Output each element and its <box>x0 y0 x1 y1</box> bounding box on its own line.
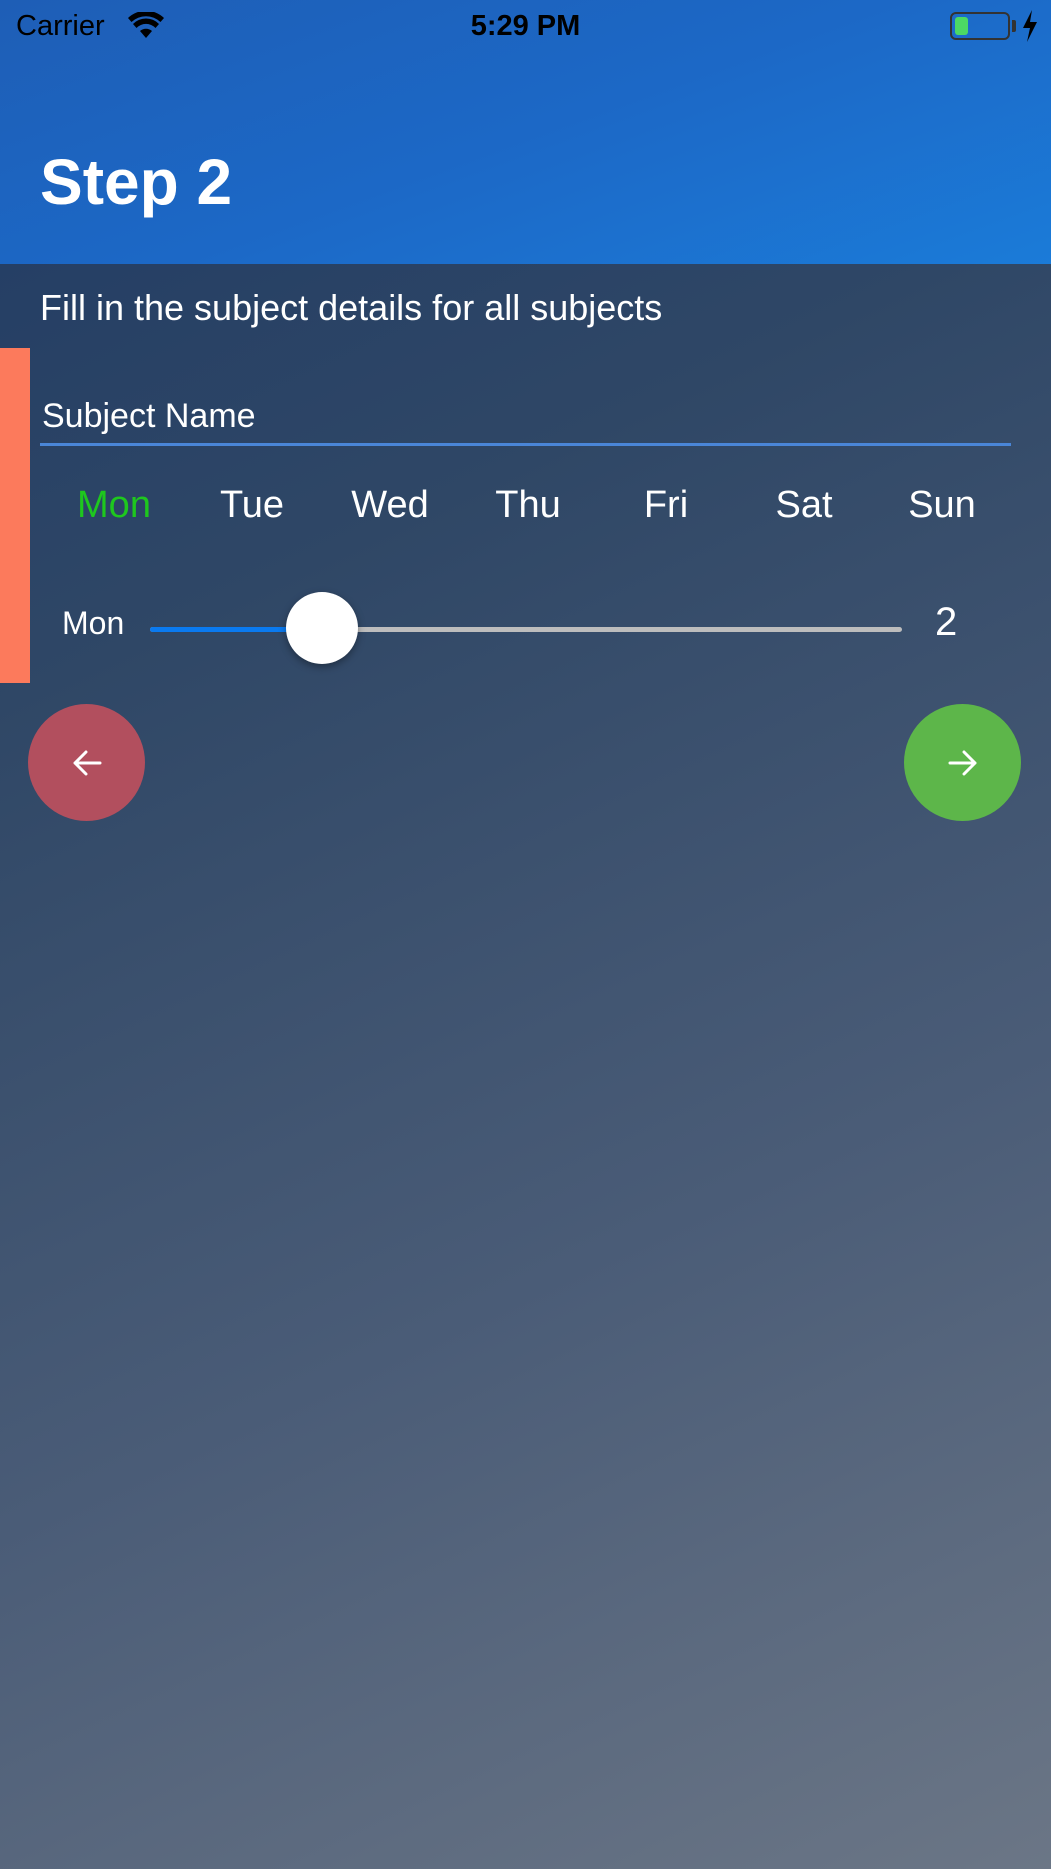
arrow-left-icon <box>73 750 101 775</box>
battery-level <box>955 17 968 35</box>
previous-step-button[interactable] <box>28 704 145 821</box>
next-step-button[interactable] <box>904 704 1021 821</box>
day-thu[interactable]: Thu <box>459 484 597 540</box>
instructions-text: Fill in the subject details for all subj… <box>40 287 663 328</box>
card-accent-bar <box>0 348 30 683</box>
day-mon[interactable]: Mon <box>45 484 183 540</box>
day-tue[interactable]: Tue <box>183 484 321 540</box>
page-title: Step 2 <box>40 146 233 218</box>
battery-tip <box>1012 20 1016 32</box>
day-selector: Mon Tue Wed Thu Fri Sat Sun <box>45 484 1011 540</box>
clock: 5:29 PM <box>470 10 581 42</box>
periods-slider-thumb[interactable] <box>286 592 359 664</box>
battery-icon <box>950 12 1010 40</box>
day-sat[interactable]: Sat <box>735 484 873 540</box>
arrow-right-icon <box>948 750 976 775</box>
periods-slider-value: 2 <box>935 600 958 644</box>
slider-day-label: Mon <box>62 605 125 641</box>
day-fri[interactable]: Fri <box>597 484 735 540</box>
status-bar: Carrier 5:29 PM <box>0 0 1051 52</box>
periods-slider-track[interactable] <box>150 627 902 632</box>
subject-name-input[interactable] <box>40 390 1011 446</box>
charging-bolt-icon <box>1023 10 1037 42</box>
day-wed[interactable]: Wed <box>321 484 459 540</box>
day-sun[interactable]: Sun <box>873 484 1011 540</box>
